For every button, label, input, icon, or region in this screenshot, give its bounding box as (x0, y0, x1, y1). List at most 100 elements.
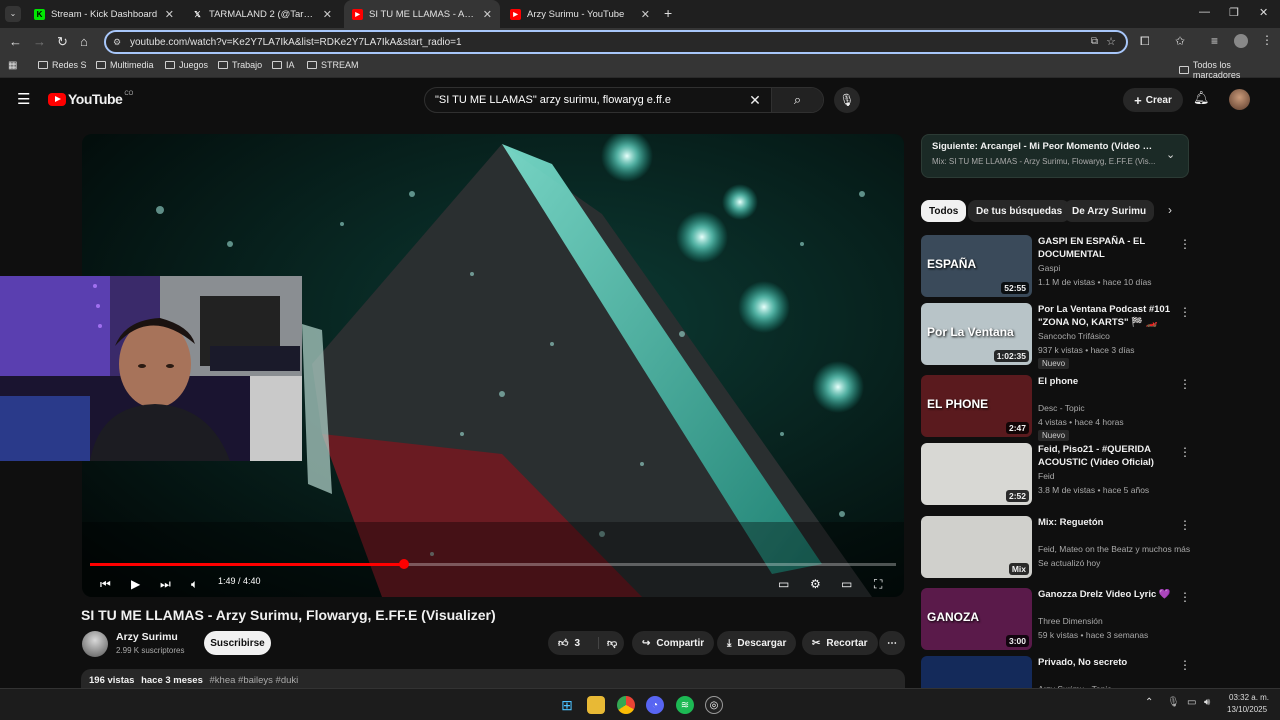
search-input[interactable]: "SI TU ME LLAMAS" arzy surimu, flowaryg … (425, 94, 739, 106)
video-thumbnail[interactable]: EL PHONE 2:47 (921, 375, 1032, 437)
clock-time[interactable]: 03:32 a. m. (1229, 693, 1269, 702)
recommendation-channel[interactable]: Feid, Mateo on the Beatz y muchos más (1038, 544, 1190, 554)
recommendation-item[interactable]: Por La Ventana 1:02:35 Por La Ventana Podc… (921, 303, 1191, 369)
next-icon[interactable]: ⏭ (160, 577, 171, 592)
bookmark-stream[interactable]: STREAM (307, 60, 359, 70)
close-icon[interactable]: ✕ (165, 8, 174, 21)
recommendation-channel[interactable]: Sancocho Trifásico (1038, 331, 1110, 341)
recommendation-channel[interactable]: Gaspi (1038, 263, 1060, 273)
recommendation-title[interactable]: Por La Ventana Podcast #101 "ZONA NO, KA… (1038, 303, 1178, 329)
browser-menu-icon[interactable]: ⋮ (1261, 33, 1273, 47)
volume-icon[interactable]: 🔈︎ (191, 577, 198, 592)
home-icon[interactable]: ⌂ (80, 34, 88, 50)
video-thumbnail[interactable]: GANOZA 3:00 (921, 588, 1032, 650)
next-up-panel[interactable]: Siguiente: Arcangel - Mi Peor Momento (V… (921, 134, 1189, 178)
recommendation-title[interactable]: Feid, Piso21 - #QUERIDA ACOUSTIC (Video … (1038, 443, 1178, 469)
reload-icon[interactable]: ↻ (57, 34, 68, 50)
all-bookmarks[interactable]: Todos los marcadores (1179, 60, 1280, 80)
recommendation-title[interactable]: El phone (1038, 375, 1178, 388)
bookmark-trabajo[interactable]: Trabajo (218, 60, 262, 70)
apps-icon[interactable]: ▦ (8, 60, 17, 71)
tab-twitter[interactable]: 𝕏 TARMALAND 2 (@Tarmaland2) ✕ (184, 0, 340, 28)
more-options-icon[interactable]: ⋮ (1179, 237, 1191, 251)
cast-icon[interactable]: ⧉ (1091, 36, 1098, 47)
tab-youtube-channel[interactable]: ▶ Arzy Surimu - YouTube ✕ (502, 0, 658, 28)
bookmark-redes[interactable]: Redes S (38, 60, 87, 70)
video-thumbnail[interactable]: ESPAÑA 52:55 (921, 235, 1032, 297)
settings-gear-icon[interactable]: ⚙ (810, 577, 821, 591)
recommendation-title[interactable]: Privado, No secreto (1038, 656, 1178, 669)
video-thumbnail[interactable]: Por La Ventana 1:02:35 (921, 303, 1032, 365)
notifications-bell-icon[interactable]: 🔔︎ (1193, 90, 1210, 106)
recommendation-channel[interactable]: Feid (1038, 471, 1055, 481)
forward-icon[interactable]: → (33, 34, 46, 50)
fullscreen-icon[interactable]: ⛶ (874, 577, 882, 592)
close-icon[interactable]: ✕ (641, 8, 650, 21)
chrome-icon[interactable] (617, 696, 635, 714)
bookmark-ia[interactable]: IA (272, 60, 295, 70)
site-info-icon[interactable]: ⚙ (113, 37, 121, 48)
chip-todos[interactable]: Todos (921, 200, 967, 222)
search-icon[interactable]: ⌕ (771, 88, 823, 112)
channel-avatar[interactable] (82, 631, 108, 657)
hamburger-menu-icon[interactable]: ☰ (17, 90, 30, 108)
volume-tray-icon[interactable]: 🔊︎ (1204, 697, 1210, 708)
voice-search-icon[interactable]: 🎙 (834, 87, 860, 113)
clock-date[interactable]: 13/10/2025 (1227, 705, 1267, 714)
chevron-right-icon[interactable]: › (1168, 203, 1172, 217)
tray-expand-icon[interactable]: ⌃ (1145, 697, 1153, 708)
close-icon[interactable]: ✕ (483, 8, 492, 21)
discord-icon[interactable]: ◔ (646, 696, 664, 714)
create-button[interactable]: + Crear (1123, 88, 1183, 112)
recommendation-channel[interactable]: Desc - Topic (1038, 403, 1085, 413)
video-thumbnail[interactable]: 2:52 (921, 443, 1032, 505)
close-window-icon[interactable]: ✕ (1259, 6, 1268, 19)
more-options-icon[interactable]: ⋮ (1179, 305, 1191, 319)
file-explorer-icon[interactable] (587, 696, 605, 714)
chevron-down-icon[interactable]: ⌄ (1166, 148, 1175, 161)
profile-avatar[interactable] (1234, 34, 1248, 48)
search-box[interactable]: "SI TU ME LLAMAS" arzy surimu, flowaryg … (424, 87, 824, 113)
new-tab-button[interactable]: + (664, 5, 672, 21)
chip-channel[interactable]: De Arzy Surimu (1064, 200, 1155, 222)
youtube-logo[interactable]: YouTube CO (48, 91, 133, 107)
recommendation-title[interactable]: Mix: Reguetón (1038, 516, 1178, 529)
tab-kick[interactable]: K Stream - Kick Dashboard ✕ (26, 0, 182, 28)
recommendation-item[interactable]: 2:52 Feid, Piso21 - #QUERIDA ACOUSTIC (Vi… (921, 443, 1191, 507)
more-options-icon[interactable]: ⋮ (1179, 590, 1191, 604)
more-actions-button[interactable]: ⋯ (879, 631, 905, 655)
progress-bar[interactable] (90, 559, 896, 569)
recommendation-item[interactable]: Mix Mix: Reguetón Feid, Mateo on the Beatz… (921, 516, 1191, 580)
recommendation-item[interactable]: ESPAÑA 52:55 GASPI EN ESPAÑA - EL DOCUMENT… (921, 235, 1191, 299)
more-options-icon[interactable]: ⋮ (1179, 377, 1191, 391)
bookmark-multimedia[interactable]: Multimedia (96, 60, 154, 70)
tab-search-button[interactable]: ⌄ (5, 6, 21, 22)
recommendation-item[interactable]: EL PHONE 2:47 El phone Desc - Topic 4 vistas… (921, 375, 1191, 441)
favorites-icon[interactable]: ✩ (1175, 34, 1185, 48)
network-tray-icon[interactable]: ▭ (1187, 697, 1196, 708)
user-avatar[interactable] (1229, 89, 1250, 110)
bookmark-star-icon[interactable]: ☆ (1106, 35, 1116, 48)
download-button[interactable]: ⤓ Descargar (717, 631, 797, 655)
obs-icon[interactable]: ◎ (705, 696, 723, 714)
back-icon[interactable]: ← (9, 34, 22, 50)
like-button[interactable]: 👍︎ 3 👎︎ (548, 631, 624, 655)
video-thumbnail[interactable]: Mix (921, 516, 1032, 578)
microphone-tray-icon[interactable]: 🎙 (1167, 697, 1180, 708)
more-options-icon[interactable]: ⋮ (1179, 658, 1191, 672)
recommendation-title[interactable]: GASPI EN ESPAÑA - EL DOCUMENTAL (1038, 235, 1178, 261)
restore-icon[interactable]: ❐ (1229, 6, 1239, 19)
address-bar[interactable]: ⚙ youtube.com/watch?v=Ke2Y7LA7IkA&list=R… (104, 30, 1128, 54)
bookmark-juegos[interactable]: Juegos (165, 60, 208, 70)
channel-name[interactable]: Arzy Surimu (116, 631, 178, 643)
minimize-icon[interactable]: — (1199, 6, 1210, 18)
more-options-icon[interactable]: ⋮ (1179, 445, 1191, 459)
extensions-icon[interactable]: ⧠ (1140, 34, 1150, 49)
windows-start-icon[interactable]: ⊞ (558, 696, 576, 714)
theater-mode-icon[interactable]: ▭ (841, 577, 852, 591)
recommendation-item[interactable]: GANOZA 3:00 Ganozza Drelz Video Lyric 💜 Thr… (921, 588, 1191, 652)
recommendation-title[interactable]: Ganozza Drelz Video Lyric 💜 (1038, 588, 1178, 601)
dislike-icon[interactable]: 👎︎ (598, 637, 617, 649)
recommendation-channel[interactable]: Three Dimensión (1038, 616, 1103, 626)
close-icon[interactable]: ✕ (323, 8, 332, 21)
